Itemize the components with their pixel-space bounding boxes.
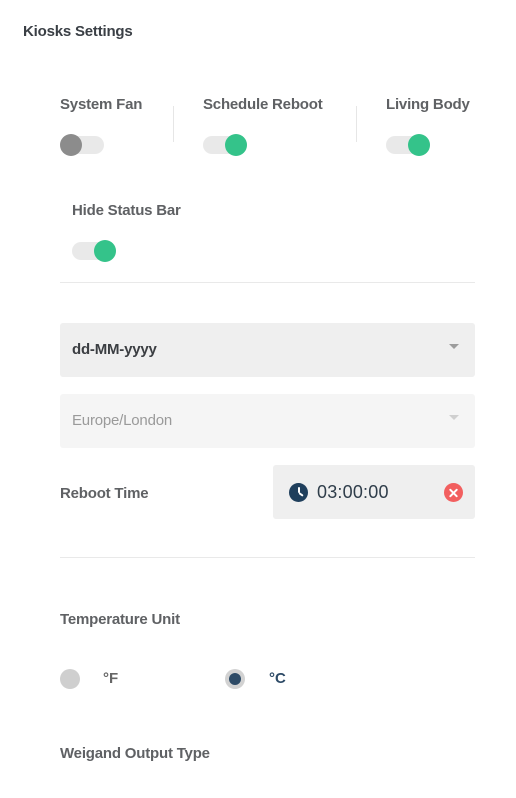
divider <box>356 106 357 142</box>
divider <box>173 106 174 142</box>
date-format-value: dd-MM-yyyy <box>72 341 157 358</box>
date-format-select[interactable]: dd-MM-yyyy <box>60 323 475 377</box>
clear-time-icon[interactable] <box>444 483 463 502</box>
reboot-time-input[interactable]: 03:00:00 <box>273 465 475 519</box>
celsius-label[interactable]: °C <box>269 670 286 687</box>
page-title: Kiosks Settings <box>23 23 133 40</box>
schedule-reboot-toggle[interactable] <box>203 134 247 156</box>
chevron-down-icon <box>449 344 459 349</box>
fahrenheit-label[interactable]: °F <box>103 670 118 687</box>
living-body-label: Living Body <box>386 96 470 113</box>
clock-icon <box>289 483 308 502</box>
timezone-value: Europe/London <box>72 412 172 429</box>
celsius-radio[interactable] <box>225 669 245 689</box>
section-divider <box>60 282 475 283</box>
reboot-time-value: 03:00:00 <box>317 482 389 502</box>
system-fan-label: System Fan <box>60 96 143 113</box>
system-fan-toggle[interactable] <box>60 134 104 156</box>
schedule-reboot-label: Schedule Reboot <box>203 96 323 113</box>
fahrenheit-radio[interactable] <box>60 669 80 689</box>
reboot-time-label: Reboot Time <box>60 485 149 502</box>
weigand-output-type-label: Weigand Output Type <box>60 745 210 762</box>
toggle-knob <box>94 240 116 262</box>
toggle-knob <box>60 134 82 156</box>
section-divider <box>60 557 475 558</box>
temperature-unit-label: Temperature Unit <box>60 611 180 628</box>
timezone-select: Europe/London <box>60 394 475 448</box>
living-body-toggle[interactable] <box>386 134 430 156</box>
hide-status-bar-toggle[interactable] <box>72 240 116 262</box>
toggle-knob <box>225 134 247 156</box>
hide-status-bar-label: Hide Status Bar <box>72 202 181 219</box>
toggle-knob <box>408 134 430 156</box>
chevron-down-icon <box>449 415 459 420</box>
